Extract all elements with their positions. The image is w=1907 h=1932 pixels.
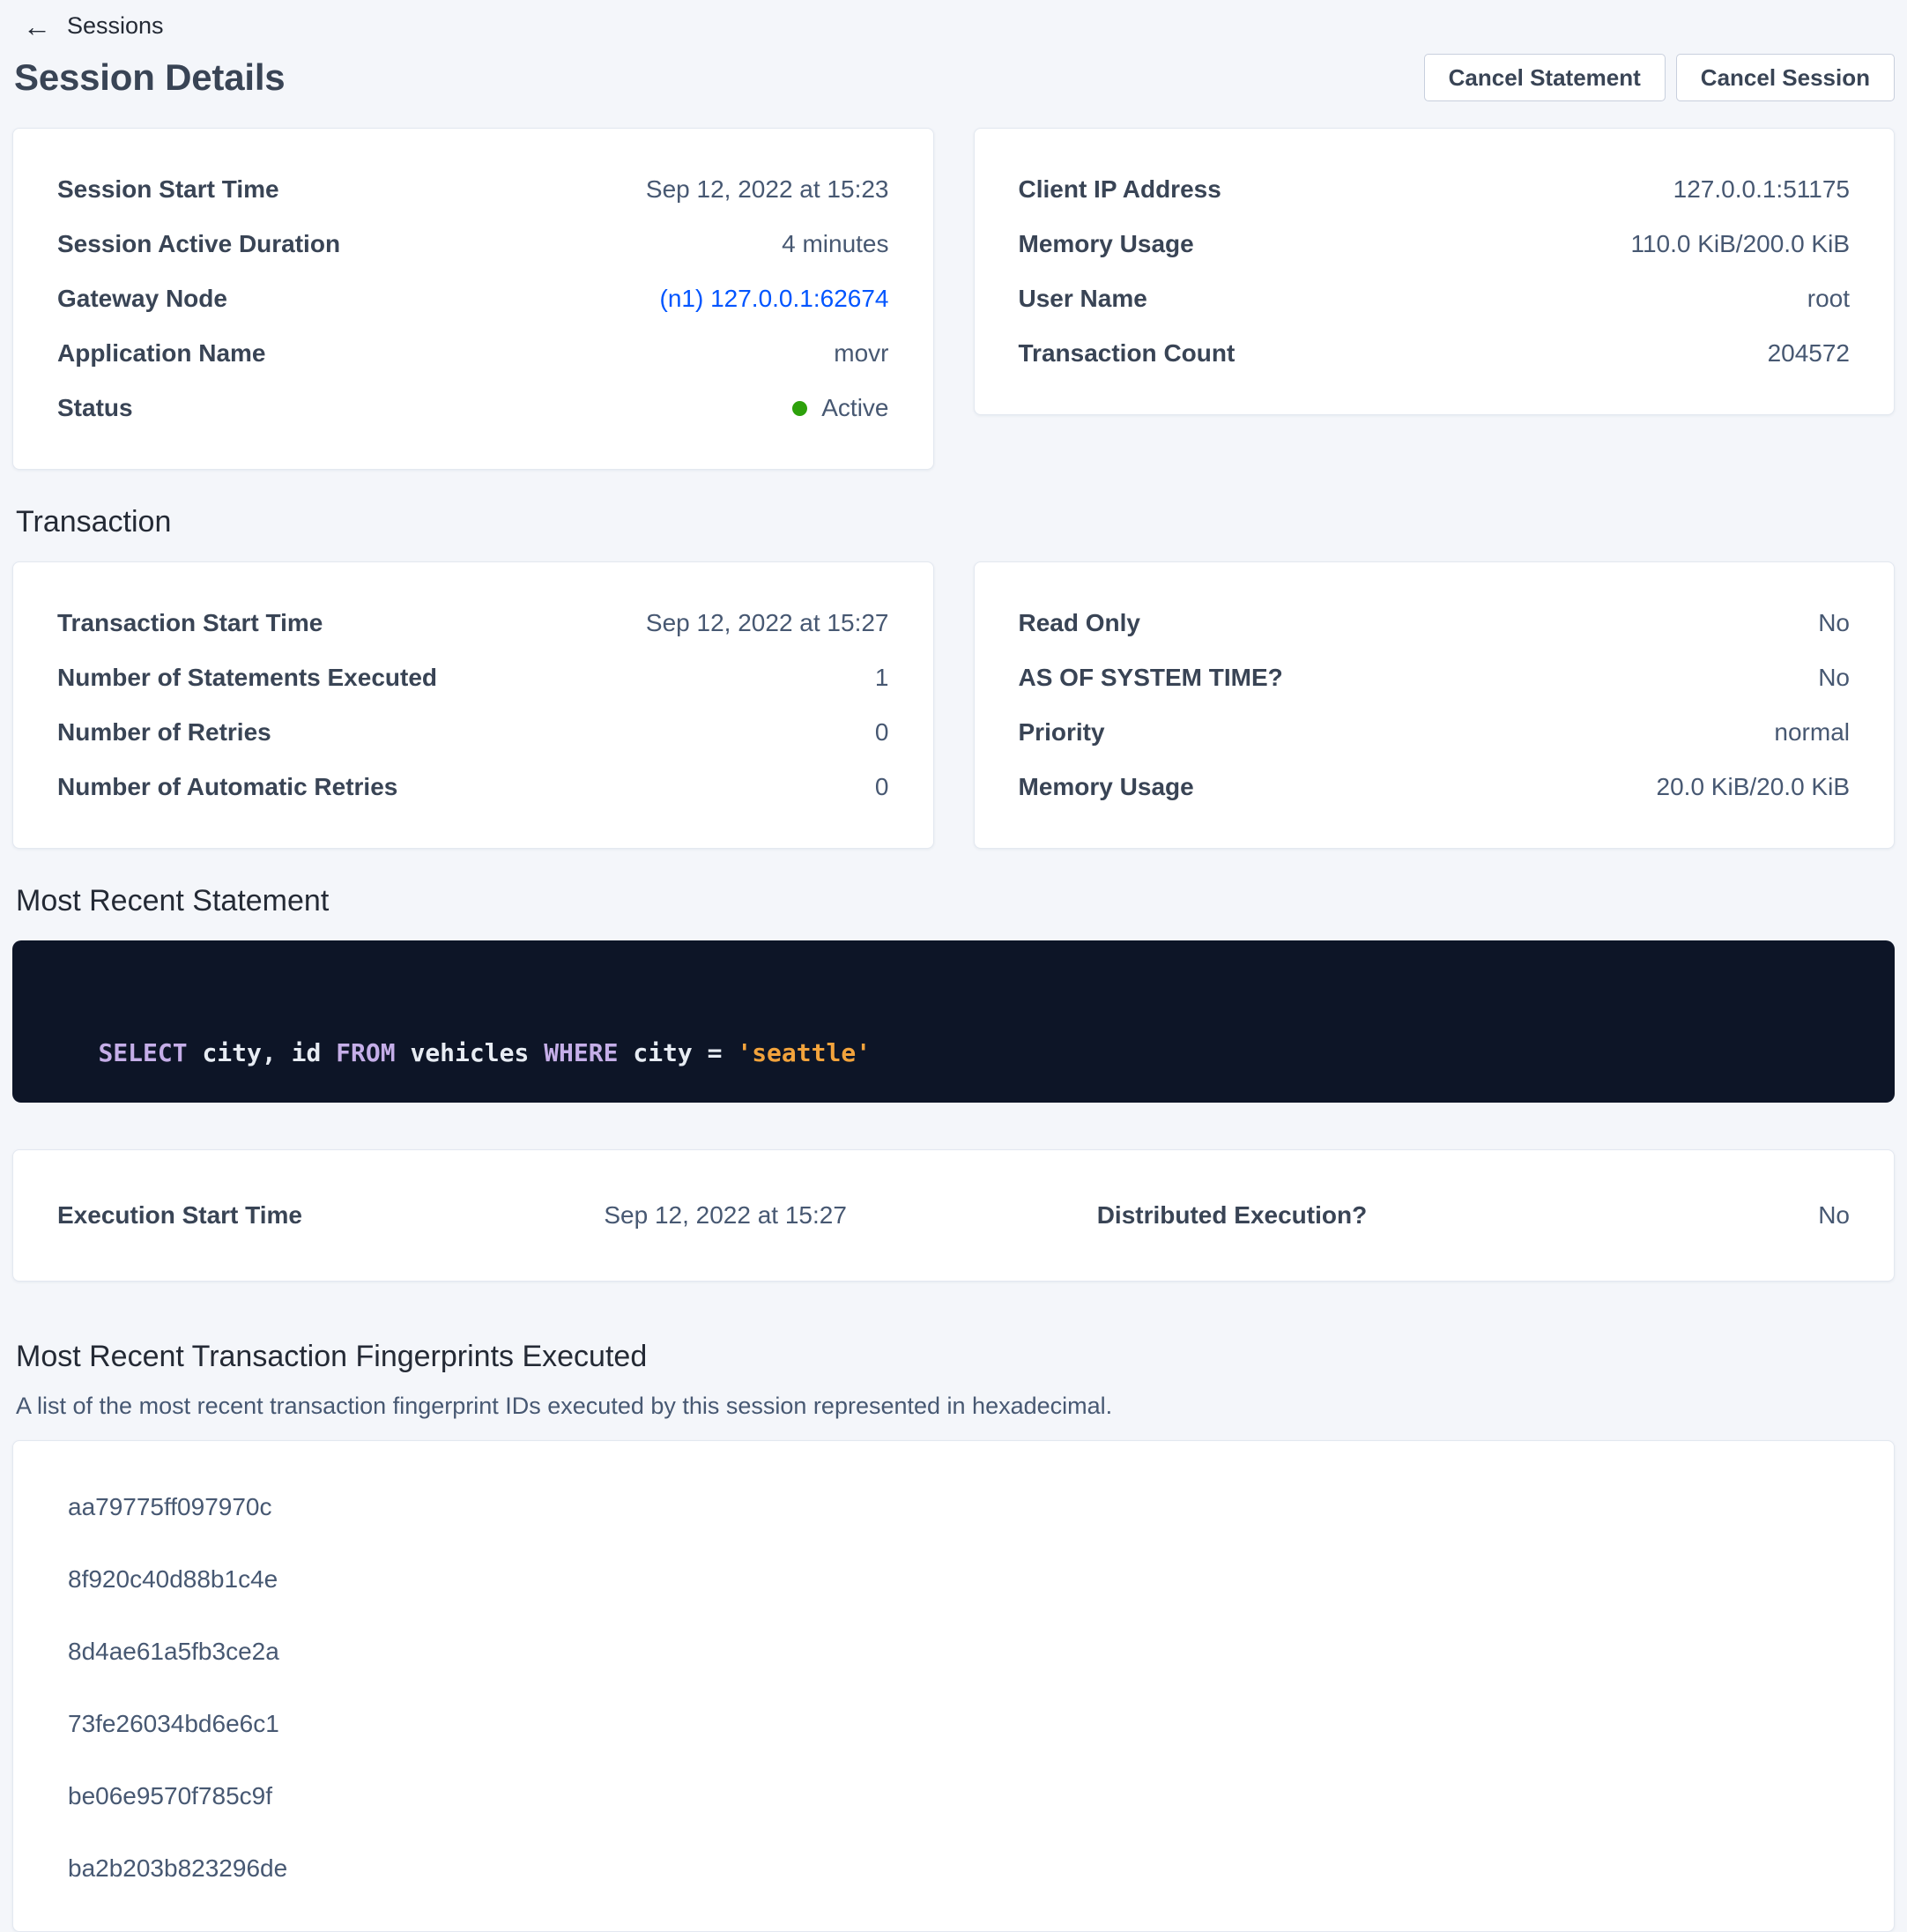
fingerprint-item: be06e9570f785c9f — [13, 1760, 1894, 1832]
page-title: Session Details — [14, 56, 285, 99]
detail-row: Application Name movr — [57, 338, 889, 368]
execution-card: Execution Start Time Sep 12, 2022 at 15:… — [12, 1149, 1895, 1282]
detail-row-label: Status — [57, 393, 151, 423]
sql-token: 'seattle' — [737, 1038, 871, 1067]
detail-row-value: 4 minutes — [782, 229, 888, 259]
detail-row-value: root — [1807, 284, 1850, 314]
sql-token: SELECT — [98, 1038, 187, 1067]
detail-row-label: Priority — [1019, 717, 1123, 747]
detail-row-value: Sep 12, 2022 at 15:27 — [646, 608, 889, 638]
detail-row: Status Active — [57, 393, 889, 423]
detail-row: Gateway Node (n1) 127.0.0.1:62674 — [57, 284, 889, 314]
fingerprints-section-title: Most Recent Transaction Fingerprints Exe… — [16, 1338, 1895, 1375]
sql-statement: SELECT city, id FROM vehicles WHERE city… — [39, 974, 1868, 1069]
detail-row-label: User Name — [1019, 284, 1165, 314]
detail-row: Number of Automatic Retries 0 — [57, 772, 889, 802]
detail-row-label: Number of Automatic Retries — [57, 772, 415, 802]
sql-token: WHERE — [544, 1038, 618, 1067]
detail-row-value: Active — [792, 393, 888, 423]
detail-row-value: movr — [834, 338, 888, 368]
fingerprints-list: aa79775ff097970c8f920c40d88b1c4e8d4ae61a… — [13, 1471, 1894, 1905]
detail-row: AS OF SYSTEM TIME? No — [1019, 663, 1851, 693]
detail-row-label: Number of Statements Executed — [57, 663, 455, 693]
detail-row-label: Memory Usage — [1019, 772, 1212, 802]
detail-row-value: 0 — [875, 717, 889, 747]
detail-row-value: 20.0 KiB/20.0 KiB — [1657, 772, 1850, 802]
fingerprints-card: aa79775ff097970c8f920c40d88b1c4e8d4ae61a… — [12, 1440, 1895, 1932]
detail-row-value: Sep 12, 2022 at 15:23 — [646, 175, 889, 204]
detail-row-label: Application Name — [57, 338, 283, 368]
header-actions: Cancel Statement Cancel Session — [1424, 54, 1895, 101]
detail-row-label: Session Start Time — [57, 175, 297, 204]
detail-row-label: Client IP Address — [1019, 175, 1239, 204]
distributed-execution-label: Distributed Execution? — [1097, 1201, 1367, 1230]
detail-row: Client IP Address 127.0.0.1:51175 — [1019, 175, 1851, 204]
fingerprint-item: ba2b203b823296de — [13, 1832, 1894, 1905]
gateway-node-link[interactable]: (n1) 127.0.0.1:62674 — [660, 285, 889, 312]
detail-row-label: AS OF SYSTEM TIME? — [1019, 663, 1301, 693]
cancel-statement-button[interactable]: Cancel Statement — [1424, 54, 1666, 101]
transaction-section-title: Transaction — [16, 503, 1895, 540]
detail-row: Number of Retries 0 — [57, 717, 889, 747]
detail-row-label: Session Active Duration — [57, 229, 358, 259]
detail-row-label: Transaction Count — [1019, 338, 1253, 368]
detail-row: Transaction Start Time Sep 12, 2022 at 1… — [57, 608, 889, 638]
detail-row-value: 1 — [875, 663, 889, 693]
session-details-card-right: Client IP Address 127.0.0.1:51175 Memory… — [974, 128, 1896, 415]
title-row: Session Details Cancel Statement Cancel … — [12, 54, 1895, 101]
fingerprint-item: 8f920c40d88b1c4e — [13, 1543, 1894, 1616]
execution-start-time-value: Sep 12, 2022 at 15:27 — [604, 1201, 1096, 1230]
fingerprints-description: A list of the most recent transaction fi… — [16, 1391, 1895, 1421]
statement-section-title: Most Recent Statement — [16, 882, 1895, 919]
fingerprint-item: 8d4ae61a5fb3ce2a — [13, 1616, 1894, 1688]
detail-row-value: 127.0.0.1:51175 — [1673, 175, 1850, 204]
fingerprint-item: 73fe26034bd6e6c1 — [13, 1688, 1894, 1760]
breadcrumb-back[interactable]: ← Sessions — [12, 9, 164, 40]
detail-row: Read Only No — [1019, 608, 1851, 638]
detail-row-label: Number of Retries — [57, 717, 289, 747]
sql-token: city, id — [188, 1038, 337, 1067]
status-dot-icon — [792, 401, 807, 416]
distributed-execution-value: No — [1818, 1201, 1850, 1230]
transaction-grid: Transaction Start Time Sep 12, 2022 at 1… — [12, 561, 1895, 849]
detail-row-label: Read Only — [1019, 608, 1158, 638]
session-details-card-left: Session Start Time Sep 12, 2022 at 15:23… — [12, 128, 934, 470]
cancel-session-button[interactable]: Cancel Session — [1676, 54, 1895, 101]
sql-token: city = — [618, 1038, 737, 1067]
fingerprint-item: aa79775ff097970c — [13, 1471, 1894, 1543]
detail-row: Number of Statements Executed 1 — [57, 663, 889, 693]
detail-row-label: Transaction Start Time — [57, 608, 340, 638]
transaction-card-right: Read Only No AS OF SYSTEM TIME? No Prior… — [974, 561, 1896, 849]
detail-row-label: Gateway Node — [57, 284, 245, 314]
arrow-left-icon: ← — [23, 13, 51, 40]
statement-sql-box: SELECT city, id FROM vehicles WHERE city… — [12, 940, 1895, 1103]
detail-row-label: Memory Usage — [1019, 229, 1212, 259]
sql-token: FROM — [336, 1038, 395, 1067]
detail-row-value: normal — [1774, 717, 1850, 747]
detail-row-value: 204572 — [1768, 338, 1850, 368]
detail-row-value: No — [1818, 608, 1850, 638]
detail-row-value: (n1) 127.0.0.1:62674 — [660, 284, 889, 314]
detail-row: Session Active Duration 4 minutes — [57, 229, 889, 259]
detail-row-value: No — [1818, 663, 1850, 693]
detail-row: Transaction Count 204572 — [1019, 338, 1851, 368]
detail-row: Memory Usage 110.0 KiB/200.0 KiB — [1019, 229, 1851, 259]
execution-start-time-label: Execution Start Time — [57, 1201, 604, 1230]
execution-row: Execution Start Time Sep 12, 2022 at 15:… — [57, 1201, 1850, 1230]
detail-row: Session Start Time Sep 12, 2022 at 15:23 — [57, 175, 889, 204]
breadcrumb-label: Sessions — [67, 12, 164, 40]
detail-row: Priority normal — [1019, 717, 1851, 747]
session-details-page: ← Sessions Session Details Cancel Statem… — [0, 0, 1907, 1932]
detail-row-value: 110.0 KiB/200.0 KiB — [1630, 229, 1850, 259]
detail-row: User Name root — [1019, 284, 1851, 314]
detail-row: Memory Usage 20.0 KiB/20.0 KiB — [1019, 772, 1851, 802]
transaction-card-left: Transaction Start Time Sep 12, 2022 at 1… — [12, 561, 934, 849]
detail-row-value: 0 — [875, 772, 889, 802]
sql-token: vehicles — [396, 1038, 545, 1067]
session-summary-grid: Session Start Time Sep 12, 2022 at 15:23… — [12, 128, 1895, 470]
